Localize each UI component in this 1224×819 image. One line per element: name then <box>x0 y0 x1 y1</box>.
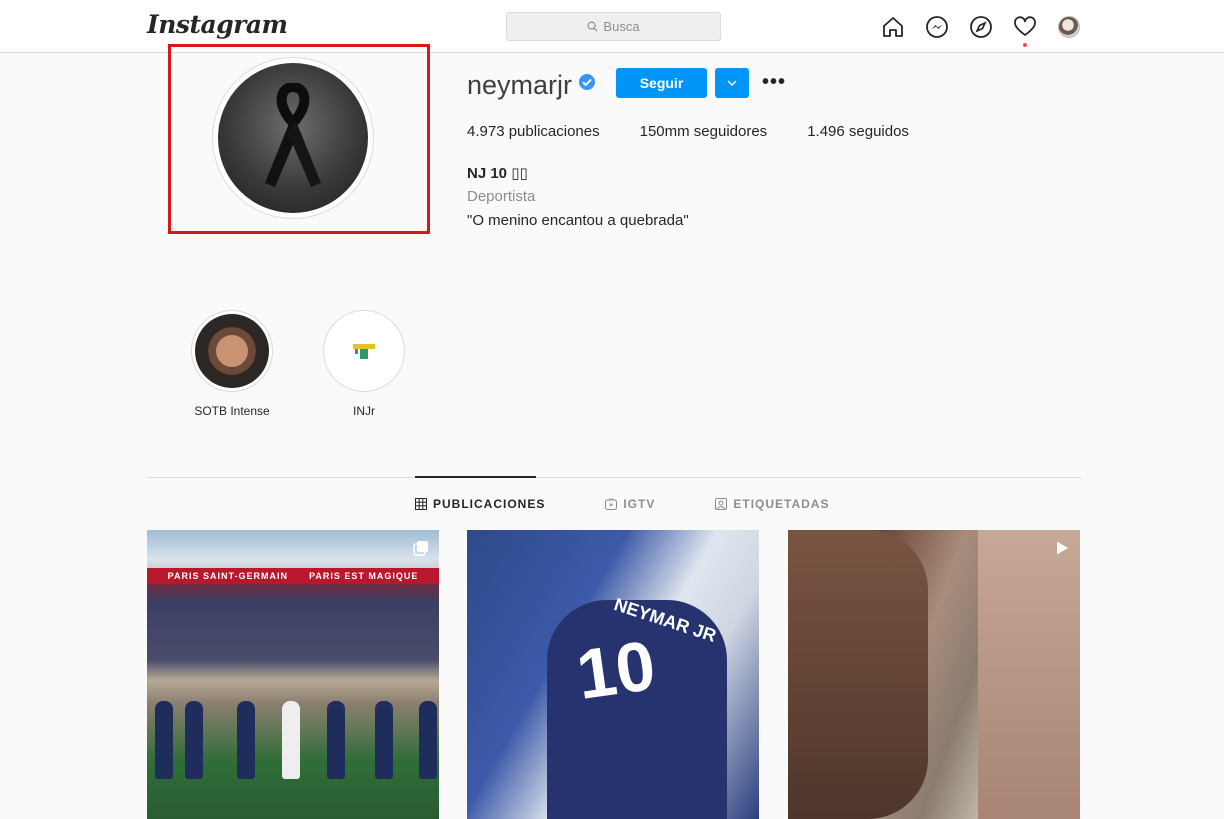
story-highlight-sotb[interactable]: SOTB Intense <box>177 310 287 418</box>
instagram-logo[interactable]: Instagram <box>147 10 288 39</box>
player-figure <box>185 701 203 779</box>
profile-username: neymarjr <box>467 70 573 100</box>
nav-icons <box>880 14 1082 47</box>
profile-tabs: PUBLICACIONES IGTV ETIQUETADAS <box>415 497 889 511</box>
followers-count[interactable]: 150mm seguidores <box>640 123 768 140</box>
search-placeholder: Busca <box>603 19 640 34</box>
follow-button[interactable]: Seguir <box>616 68 707 98</box>
arm-image <box>978 530 1080 819</box>
chevron-down-icon <box>727 80 737 86</box>
following-count[interactable]: 1.496 seguidos <box>807 123 909 140</box>
highlight-cover-image <box>195 314 269 388</box>
profile-avatar-button[interactable] <box>1056 14 1082 40</box>
active-tab-indicator <box>415 476 536 478</box>
explore-icon[interactable] <box>968 14 994 40</box>
profile-full-name: NJ 10 ▯▯ <box>467 165 528 182</box>
player-figure <box>237 701 255 779</box>
suggested-accounts-button[interactable] <box>715 68 749 98</box>
search-input[interactable]: Busca <box>506 12 721 41</box>
player-figure <box>419 701 437 779</box>
profile-picture[interactable] <box>212 57 374 219</box>
tab-label: ETIQUETADAS <box>733 497 830 511</box>
tab-label: PUBLICACIONES <box>433 497 546 511</box>
home-icon[interactable] <box>880 14 906 40</box>
mourning-ribbon-icon <box>265 83 321 187</box>
black-ribbon-image <box>218 63 368 213</box>
player-figure <box>327 701 345 779</box>
notification-dot <box>1023 43 1027 47</box>
face-image <box>788 530 928 819</box>
verified-badge-icon <box>578 73 596 96</box>
tab-label: IGTV <box>623 497 656 511</box>
banner-left-text: PARIS SAINT-GERMAIN <box>167 571 288 581</box>
heart-icon[interactable] <box>1012 14 1038 47</box>
injr-logo-icon <box>353 344 375 359</box>
post-thumbnail-2[interactable]: NEYMAR JR 10 <box>467 530 759 819</box>
post-thumbnail-1[interactable]: PARIS SAINT-GERMAIN PARIS EST MAGIQUE <box>147 530 439 819</box>
player-figure <box>282 701 300 779</box>
banner-right-text: PARIS EST MAGIQUE <box>309 571 419 581</box>
tabs-divider <box>147 477 1081 478</box>
multi-photo-icon <box>413 540 429 561</box>
tab-posts[interactable]: PUBLICACIONES <box>415 497 545 511</box>
highlight-ring <box>191 310 273 392</box>
posts-count: 4.973 publicaciones <box>467 123 600 140</box>
messenger-icon[interactable] <box>924 14 950 40</box>
player-figure <box>375 701 393 779</box>
highlight-cover-image <box>327 314 401 388</box>
profile-stats: 4.973 publicaciones 150mm seguidores 1.4… <box>467 123 949 140</box>
highlight-label: INJr <box>353 404 375 418</box>
grid-icon <box>415 498 427 510</box>
tab-igtv[interactable]: IGTV <box>605 497 655 511</box>
avatar <box>1058 16 1080 38</box>
igtv-icon <box>605 498 618 510</box>
stadium-banner: PARIS SAINT-GERMAIN PARIS EST MAGIQUE <box>147 568 439 584</box>
profile-bio: "O menino encantou a quebrada" <box>467 212 689 229</box>
profile-category: Deportista <box>467 188 536 205</box>
jersey-number-text: 10 <box>571 625 660 715</box>
more-options-button[interactable]: ••• <box>762 72 786 92</box>
story-highlight-injr[interactable]: INJr <box>309 310 419 418</box>
highlight-ring <box>323 310 405 392</box>
highlight-label: SOTB Intense <box>194 404 270 418</box>
video-icon <box>1054 540 1070 561</box>
tab-tagged[interactable]: ETIQUETADAS <box>715 497 829 511</box>
player-figure <box>155 701 173 779</box>
tagged-icon <box>715 498 728 510</box>
search-icon <box>587 21 598 32</box>
post-thumbnail-3[interactable] <box>788 530 1080 819</box>
